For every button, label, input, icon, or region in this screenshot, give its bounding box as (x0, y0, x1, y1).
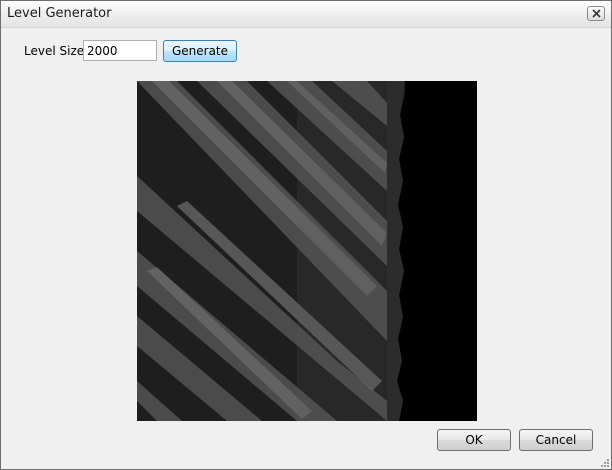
window-title: Level Generator (7, 6, 112, 21)
cancel-button[interactable]: Cancel (519, 429, 593, 451)
title-bar[interactable]: Level Generator (1, 1, 611, 28)
generated-terrain-map (137, 81, 477, 421)
level-generator-dialog: Level Generator Level Size Generate (0, 0, 612, 470)
close-button[interactable] (587, 6, 605, 21)
level-size-input[interactable] (83, 40, 157, 61)
close-icon (591, 9, 601, 18)
resize-grip-icon[interactable] (599, 457, 609, 467)
level-size-label: Level Size (24, 44, 85, 58)
level-preview-image (137, 81, 477, 421)
ok-button[interactable]: OK (437, 429, 511, 451)
generate-button[interactable]: Generate (163, 40, 237, 62)
